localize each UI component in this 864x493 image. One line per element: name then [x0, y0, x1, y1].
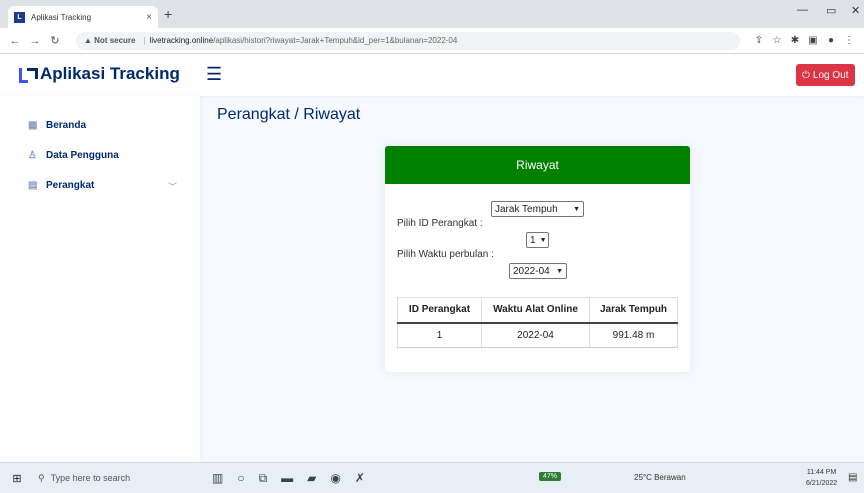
- column-header: Waktu Alat Online: [481, 297, 590, 324]
- not-secure-warning[interactable]: ▲ Not secure: [84, 36, 136, 45]
- url-host: livetracking.online: [149, 36, 214, 45]
- sidebar-item-label: Data Pengguna: [46, 150, 119, 161]
- brand-mark-icon: [18, 66, 38, 83]
- new-tab-button[interactable]: +: [164, 6, 172, 22]
- url-field[interactable]: ▲ Not secure | livetracking.online /apli…: [76, 31, 740, 50]
- table-header-row: ID Perangkat Waktu Alat Online Jarak Tem…: [397, 297, 678, 324]
- logout-button[interactable]: ⏻ Log Out: [796, 64, 855, 86]
- address-bar: ← → ↻ ▲ Not secure | livetracking.online…: [0, 28, 864, 54]
- bookmark-star-icon[interactable]: ☆: [770, 35, 784, 46]
- layout-icon: ▤: [28, 180, 38, 191]
- device-label: Pilih ID Perangkat :: [397, 218, 483, 229]
- sidebar-item-label: Perangkat: [46, 180, 95, 191]
- table-cell: 1: [397, 322, 482, 348]
- minimize-button[interactable]: —: [797, 4, 808, 16]
- task-view-icon[interactable]: ⧉: [259, 471, 268, 486]
- month-label: Pilih Waktu perbulan :: [397, 249, 494, 260]
- close-window-button[interactable]: ✕: [851, 4, 860, 17]
- logout-label: Log Out: [812, 69, 849, 81]
- column-header: Jarak Tempuh: [589, 297, 678, 324]
- widgets-icon[interactable]: ▥: [212, 471, 223, 486]
- search-placeholder: Type here to search: [50, 473, 131, 483]
- user-icon: ♙: [28, 150, 37, 161]
- tab-title: Aplikasi Tracking: [31, 12, 92, 22]
- table-cell: 2022-04: [481, 322, 590, 348]
- close-tab-icon[interactable]: ×: [146, 12, 152, 23]
- grid-icon: ▦: [28, 120, 38, 131]
- app-favicon-icon: L: [14, 11, 25, 23]
- history-type-select[interactable]: Jarak Tempuh ▼: [491, 201, 584, 217]
- power-icon: ⏻: [802, 69, 810, 81]
- file-explorer-icon[interactable]: ▬: [281, 471, 293, 486]
- chevron-down-icon: ▼: [573, 205, 580, 213]
- back-arrow-icon[interactable]: ←: [8, 35, 22, 47]
- notification-icon[interactable]: ▤: [848, 472, 857, 483]
- browser-tabstrip: L Aplikasi Tracking × + — ▭ ✕: [0, 0, 864, 28]
- chrome-icon[interactable]: ◉: [330, 471, 340, 486]
- extensions-icon[interactable]: ✱: [788, 35, 802, 46]
- hamburger-menu-icon[interactable]: ☰: [206, 64, 222, 85]
- card-title: Riwayat: [516, 158, 559, 172]
- maximize-button[interactable]: ▭: [826, 4, 836, 17]
- chevron-down-icon: ▼: [556, 267, 563, 275]
- sidebar-item-beranda[interactable]: ▦ Beranda: [28, 120, 86, 131]
- table-row: 1 2022-04 991.48 m: [397, 322, 678, 348]
- forward-arrow-icon[interactable]: →: [28, 35, 42, 47]
- sidebar-item-data-pengguna[interactable]: ♙ Data Pengguna: [28, 150, 119, 161]
- taskbar-search[interactable]: ⚲ Type here to search: [28, 463, 198, 493]
- month-select[interactable]: 2022-04 ▼: [509, 263, 567, 279]
- vscode-icon[interactable]: ✗: [355, 471, 365, 486]
- weather-status[interactable]: 25°C Berawan: [634, 473, 686, 482]
- sidebar-item-perangkat[interactable]: ▤ Perangkat: [28, 180, 94, 191]
- menu-kebab-icon[interactable]: ⋮: [842, 35, 856, 46]
- sidebar-panel-icon[interactable]: ▣: [806, 35, 820, 46]
- device-select[interactable]: 1 ▼: [526, 232, 549, 248]
- store-icon[interactable]: ▰: [307, 471, 316, 486]
- table-cell: 991.48 m: [589, 322, 678, 348]
- windows-start-icon[interactable]: ⊞: [6, 472, 28, 485]
- sidebar: ▦ Beranda ♙ Data Pengguna ▤ Perangkat ﹀: [0, 96, 200, 462]
- taskbar: ⊞ ⚲ Type here to search ▥ ○ ⧉ ▬ ▰ ◉ ✗ 47…: [0, 462, 864, 493]
- card-header: Riwayat: [385, 146, 690, 184]
- brand-logo[interactable]: Aplikasi Tracking: [18, 64, 180, 84]
- browser-tab[interactable]: L Aplikasi Tracking ×: [8, 6, 158, 28]
- chevron-down-icon[interactable]: ﹀: [168, 180, 177, 193]
- clock[interactable]: 11:44 PM 6/21/2022: [806, 467, 837, 489]
- sidebar-item-label: Beranda: [46, 120, 87, 131]
- taskbar-apps: ▥ ○ ⧉ ▬ ▰ ◉ ✗: [212, 471, 365, 486]
- page-title: Perangkat / Riwayat: [217, 106, 361, 123]
- cortana-icon[interactable]: ○: [237, 471, 244, 486]
- search-icon: ⚲: [38, 472, 45, 483]
- reload-icon[interactable]: ↻: [48, 34, 62, 47]
- column-header: ID Perangkat: [397, 297, 482, 324]
- url-path: /aplikasi/histori?riwayat=Jarak+Tempuh&i…: [213, 36, 458, 45]
- history-card: Riwayat Jarak Tempuh ▼ Pilih ID Perangka…: [385, 146, 690, 372]
- app-header: Aplikasi Tracking ☰ ⏻ Log Out: [0, 54, 864, 96]
- profile-icon[interactable]: ●: [824, 35, 838, 46]
- battery-badge[interactable]: 47%: [539, 472, 562, 481]
- brand-name: Aplikasi Tracking: [40, 64, 180, 83]
- history-table: ID Perangkat Waktu Alat Online Jarak Tem…: [397, 297, 678, 348]
- share-icon[interactable]: ⇪: [752, 35, 766, 46]
- chevron-down-icon: ▼: [539, 236, 547, 244]
